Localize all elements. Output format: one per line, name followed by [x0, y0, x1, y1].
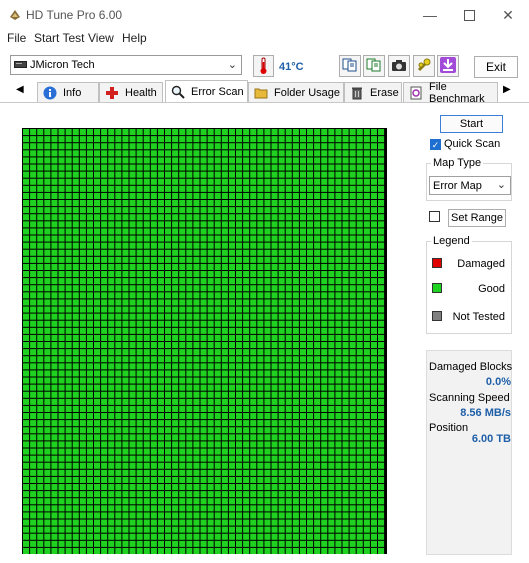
drive-select[interactable]: JMicron Tech ⌄ — [10, 55, 242, 75]
damaged-blocks-label: Damaged Blocks — [429, 361, 513, 373]
copy-icon — [342, 57, 358, 76]
magnifier-icon — [171, 85, 185, 99]
quick-scan-checkbox[interactable]: ✓ — [430, 139, 441, 150]
set-range-checkbox[interactable] — [429, 211, 440, 222]
tab-folder-usage[interactable]: Folder Usage — [248, 82, 344, 102]
map-type-select[interactable]: Error Map ⌄ — [429, 176, 511, 195]
trash-icon — [350, 86, 364, 100]
drive-name: JMicron Tech — [30, 59, 95, 71]
copy-text-button[interactable] — [339, 55, 361, 77]
temperature-readout: 41°C — [279, 61, 304, 73]
not-tested-swatch — [432, 311, 442, 321]
menu-view[interactable]: View — [88, 31, 114, 45]
app-icon — [8, 8, 22, 22]
scanning-speed-label: Scanning Speed — [429, 392, 510, 404]
copy-all-icon — [366, 57, 382, 76]
legend-title: Legend — [431, 235, 472, 247]
menu-start-test[interactable]: Start Test — [34, 31, 84, 45]
chevron-down-icon: ⌄ — [227, 59, 237, 71]
tab-erase[interactable]: Erase — [344, 82, 402, 102]
damaged-swatch — [432, 258, 442, 268]
tab-erase-label: Erase — [370, 86, 399, 99]
tab-error-scan-label: Error Scan — [191, 86, 244, 98]
tab-scroll-right-icon[interactable]: ▶ — [503, 84, 511, 95]
exit-button[interactable]: Exit — [474, 56, 518, 78]
screenshot-button[interactable] — [388, 55, 410, 77]
copy-all-button[interactable] — [363, 55, 385, 77]
save-button[interactable] — [437, 55, 459, 77]
file-benchmark-icon — [409, 86, 423, 100]
position-value: 6.00 TB — [471, 433, 511, 445]
tab-info-label: Info — [63, 86, 82, 99]
tab-error-scan[interactable]: Error Scan — [165, 80, 248, 103]
tab-health-label: Health — [125, 86, 157, 99]
legend-damaged-label: Damaged — [457, 258, 505, 270]
scanning-speed-value: 8.56 MB/s — [460, 407, 511, 419]
thermometer-icon — [253, 55, 274, 77]
chevron-down-icon: ⌄ — [496, 179, 506, 191]
minimize-icon: — — [423, 7, 437, 23]
error-map-grid — [22, 128, 387, 554]
drive-icon — [14, 60, 27, 69]
menu-file[interactable]: File — [7, 31, 26, 45]
map-type-value: Error Map — [433, 180, 482, 192]
camera-icon — [391, 57, 407, 76]
info-icon — [43, 86, 57, 100]
window-title: HD Tune Pro 6.00 — [26, 8, 123, 22]
map-type-title: Map Type — [431, 157, 484, 169]
options-button[interactable] — [413, 55, 435, 77]
start-button[interactable]: Start — [440, 115, 503, 133]
maximize-icon — [463, 9, 475, 21]
tab-file-benchmark[interactable]: File Benchmark — [403, 80, 498, 105]
close-icon: ✕ — [502, 6, 514, 23]
download-arrow-icon — [439, 56, 457, 77]
legend-good-label: Good — [478, 283, 505, 295]
wrench-icon — [416, 57, 432, 76]
close-button[interactable]: ✕ — [485, 0, 529, 30]
tab-scroll-left-icon[interactable]: ◀ — [16, 84, 24, 95]
tab-file-benchmark-label: File Benchmark — [429, 80, 485, 105]
damaged-blocks-value: 0.0% — [485, 376, 511, 388]
tab-folder-usage-label: Folder Usage — [274, 86, 341, 99]
good-swatch — [432, 283, 442, 293]
quick-scan-label: Quick Scan — [444, 138, 501, 150]
tab-health[interactable]: Health — [99, 82, 163, 102]
folder-icon — [254, 86, 268, 100]
set-range-button[interactable]: Set Range — [448, 209, 506, 227]
health-cross-icon — [105, 86, 119, 100]
menu-help[interactable]: Help — [122, 31, 147, 45]
legend-not-tested-label: Not Tested — [452, 311, 505, 323]
tab-info[interactable]: Info — [37, 82, 99, 102]
